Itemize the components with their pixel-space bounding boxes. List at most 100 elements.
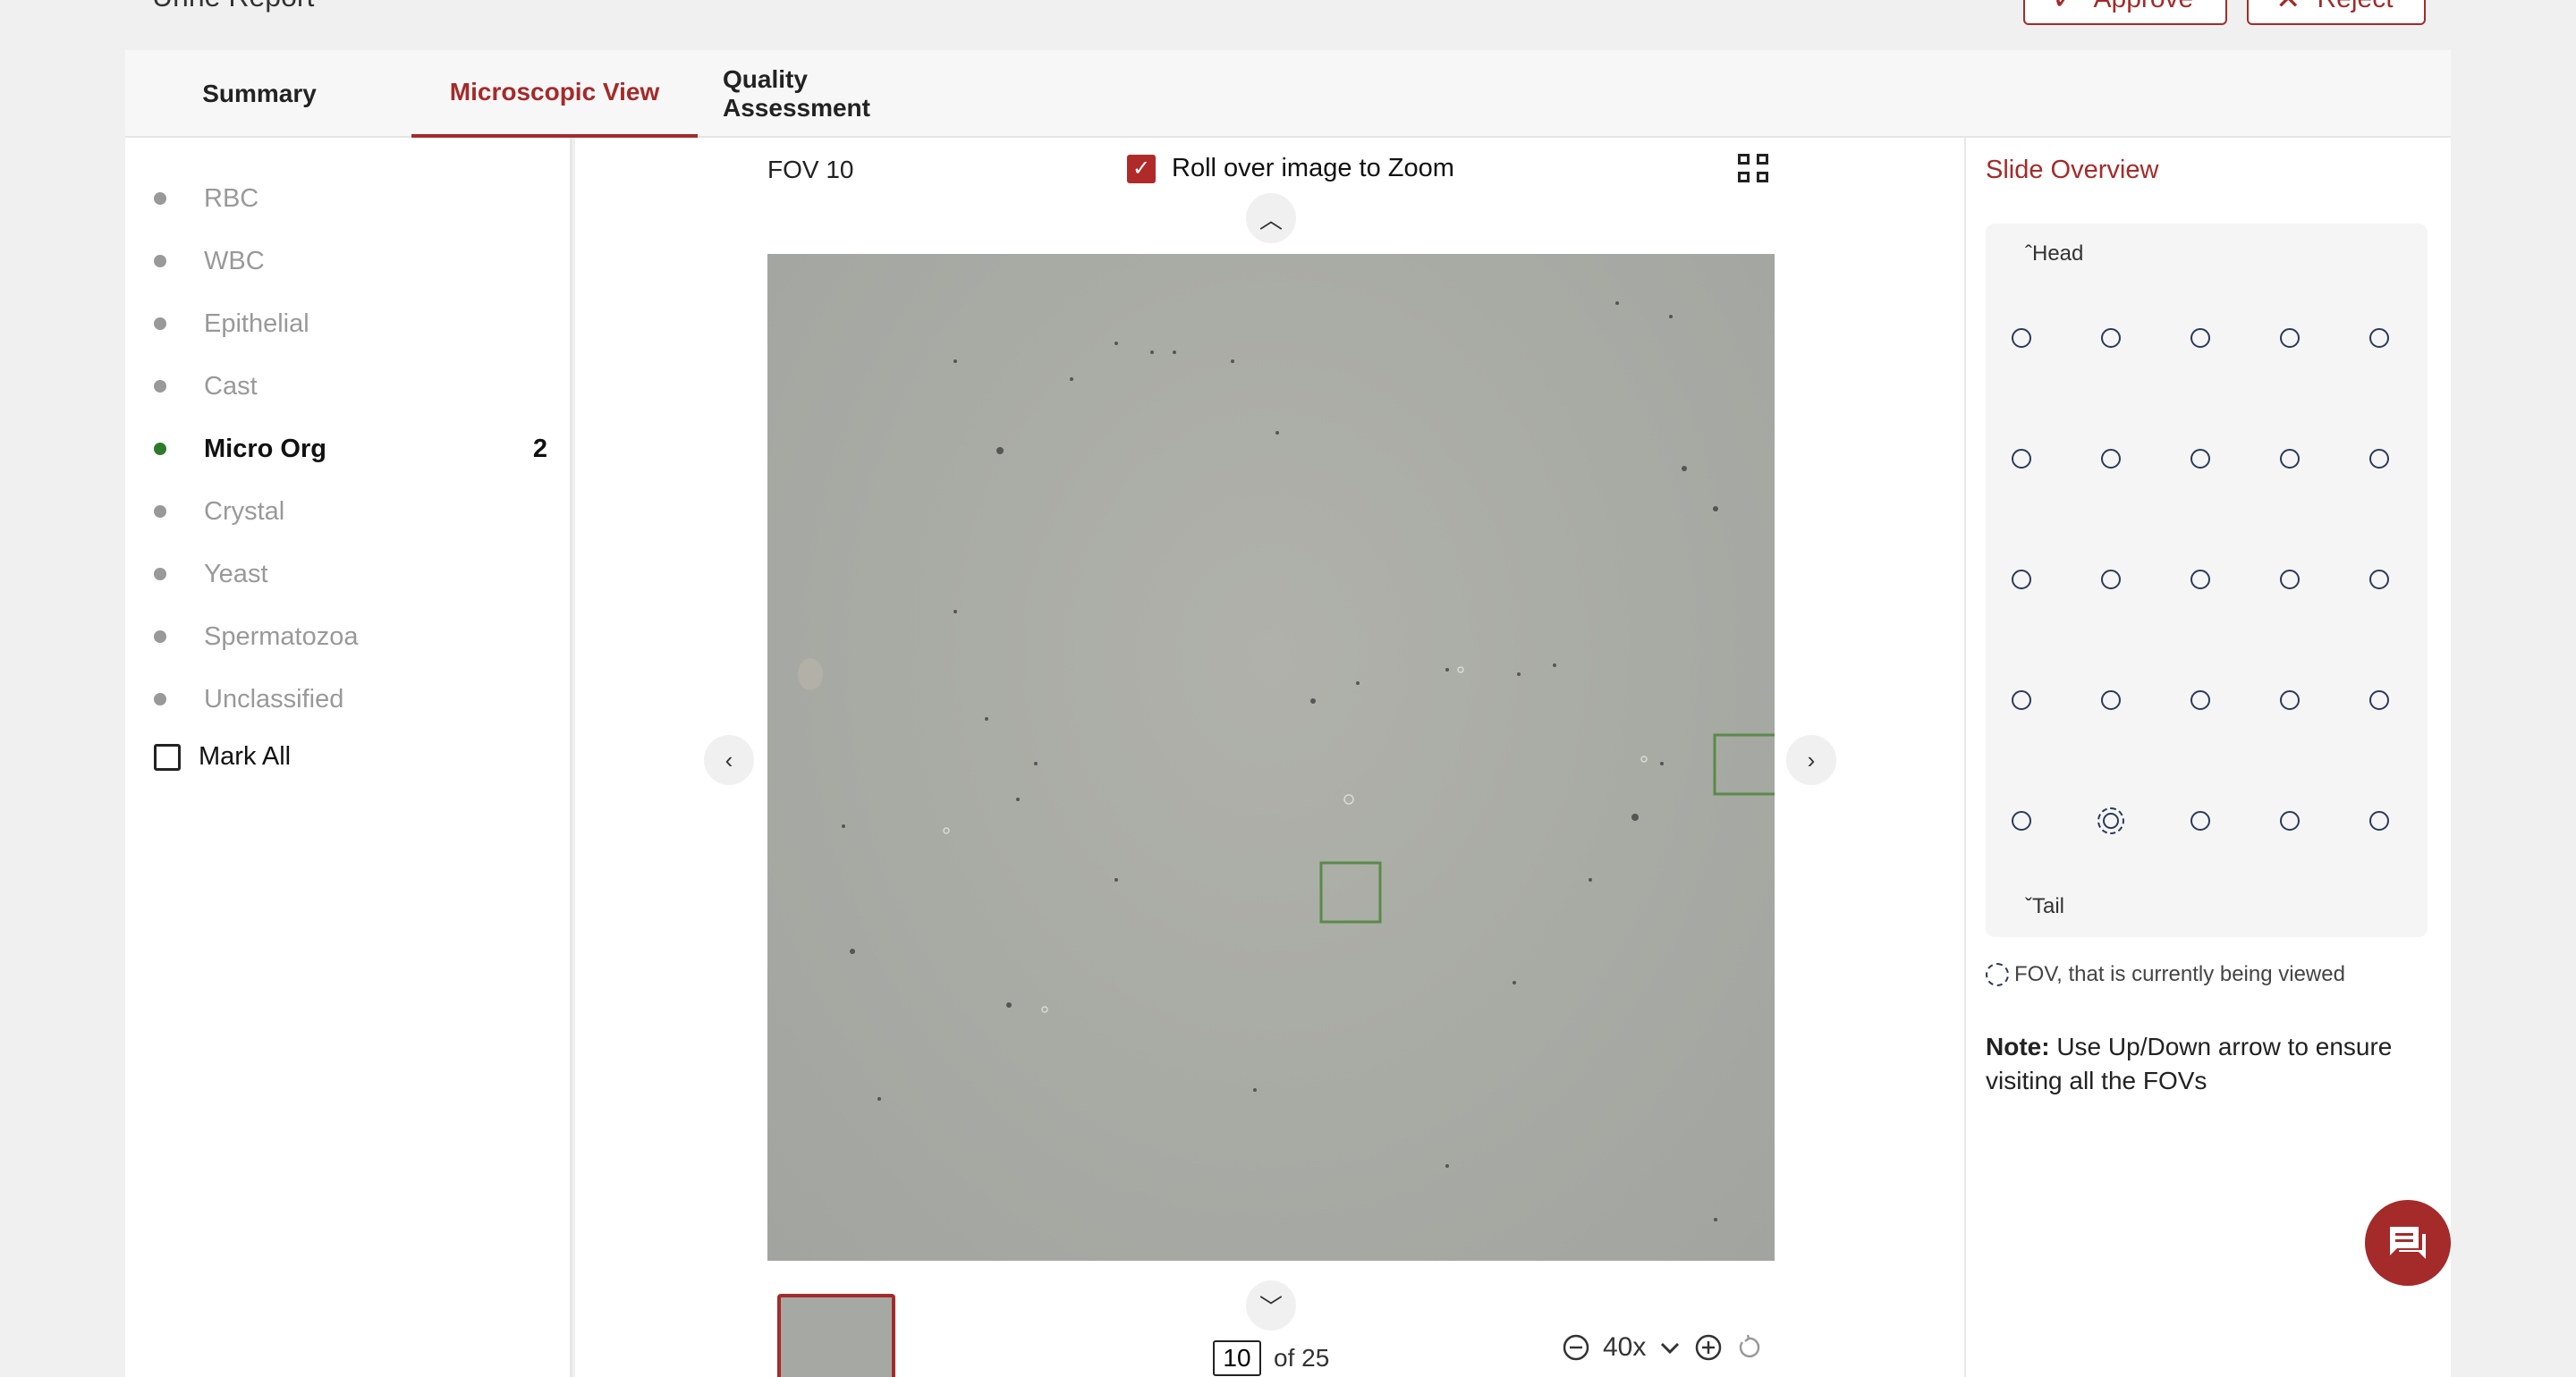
fov-dot[interactable]	[2280, 811, 2300, 831]
category-item-cast[interactable]: Cast	[154, 368, 547, 404]
next-fov-down-button[interactable]: ﹀	[1246, 1280, 1296, 1331]
reset-zoom-icon[interactable]	[1735, 1334, 1762, 1361]
navigation-note: Note: Use Up/Down arrow to ensure visiti…	[1986, 1030, 2433, 1098]
zoom-out-icon[interactable]	[1562, 1333, 1590, 1362]
chat-icon	[2390, 1227, 2426, 1259]
category-item-crystal[interactable]: Crystal	[154, 494, 547, 529]
roll-over-zoom-checkbox[interactable]: ✓ Roll over image to Zoom	[1127, 154, 1454, 183]
previous-fov-up-button[interactable]: ︿	[1246, 193, 1296, 243]
bullet-icon	[154, 505, 166, 518]
fov-dot[interactable]	[2369, 570, 2389, 589]
fov-label: FOV 10	[767, 156, 854, 183]
fov-dot[interactable]	[2280, 690, 2300, 710]
chevron-down-icon[interactable]	[1658, 1336, 1682, 1359]
bullet-icon	[154, 443, 166, 455]
fov-dot[interactable]	[2280, 328, 2300, 348]
fov-page-total: of 25	[1274, 1344, 1330, 1372]
reject-label: Reject	[2318, 0, 2394, 14]
fov-dot-current[interactable]	[2097, 807, 2124, 834]
previous-fov-left-button[interactable]: ‹	[704, 735, 754, 785]
fov-dot[interactable]	[2190, 449, 2210, 469]
fov-dot[interactable]	[2101, 449, 2121, 469]
fov-grid: ˆHead ˇTail	[1986, 224, 2428, 937]
tab-bar: Summary Microscopic View Quality Assessm…	[125, 50, 2451, 138]
fov-dot[interactable]	[2012, 570, 2031, 589]
zoom-controls: 40x	[1562, 1332, 1762, 1363]
fov-dot[interactable]	[2012, 690, 2031, 710]
caret-up-icon: ˆ	[2025, 241, 2032, 266]
tail-label: ˇTail	[2025, 894, 2064, 919]
category-label: Micro Org	[204, 434, 326, 463]
chat-button[interactable]	[2365, 1200, 2451, 1286]
category-label: WBC	[204, 246, 265, 275]
category-label: Yeast	[204, 559, 268, 588]
approve-label: Approve	[2094, 0, 2194, 14]
bullet-icon	[154, 693, 166, 705]
microscopy-specks	[798, 301, 1775, 1221]
category-item-rbc[interactable]: RBC	[154, 181, 547, 216]
category-item-epithelial[interactable]: Epithelial	[154, 306, 547, 342]
fov-dot[interactable]	[2369, 449, 2389, 469]
fov-dot[interactable]	[2190, 328, 2210, 348]
fov-dot[interactable]	[2012, 449, 2031, 469]
category-label: Epithelial	[204, 308, 309, 338]
page-title: Urine Report	[152, 0, 314, 13]
slide-overview-panel: Slide Overview ˆHead ˇTail FOV, that is …	[1964, 138, 2451, 1377]
fov-dot[interactable]	[2190, 570, 2210, 589]
note-bold: Note:	[1986, 1033, 2050, 1060]
category-label: Unclassified	[204, 684, 344, 714]
fov-dot[interactable]	[2101, 570, 2121, 589]
fov-pager: of 25	[1213, 1340, 1329, 1376]
approve-button[interactable]: ✓ Approve	[2023, 0, 2227, 25]
check-icon: ✓	[2052, 0, 2078, 17]
legend-text: FOV, that is currently being viewed	[2014, 962, 2345, 986]
bullet-icon	[154, 380, 166, 393]
category-item-unclassified[interactable]: Unclassified	[154, 681, 547, 717]
chevron-right-icon: ›	[1807, 746, 1816, 773]
fov-page-input[interactable]	[1213, 1340, 1261, 1376]
category-item-spermatozoa[interactable]: Spermatozoa	[154, 619, 547, 655]
mark-all-label: Mark All	[199, 742, 292, 771]
zoom-in-icon[interactable]	[1694, 1333, 1723, 1362]
fov-dot[interactable]	[2369, 690, 2389, 710]
current-fov-icon	[1986, 963, 2009, 986]
magnification-value[interactable]: 40x	[1603, 1332, 1646, 1363]
zoom-toggle-label: Roll over image to Zoom	[1172, 154, 1454, 182]
fov-dot[interactable]	[2190, 690, 2210, 710]
report-header: Urine Report ✓ Approve ✕ Reject	[125, 0, 2451, 50]
close-icon: ✕	[2275, 0, 2301, 17]
fov-dot[interactable]	[2190, 811, 2210, 831]
reject-button[interactable]: ✕ Reject	[2247, 0, 2426, 25]
bullet-icon	[154, 255, 166, 267]
category-item-micro-org[interactable]: Micro Org 2	[154, 431, 547, 467]
fov-dot[interactable]	[2101, 328, 2121, 348]
bullet-icon	[154, 630, 166, 643]
category-count: 2	[532, 434, 547, 463]
fov-dot[interactable]	[2369, 811, 2389, 831]
fov-dot[interactable]	[2101, 690, 2121, 710]
next-fov-right-button[interactable]: ›	[1786, 735, 1836, 785]
bullet-icon	[154, 317, 166, 330]
category-item-yeast[interactable]: Yeast	[154, 556, 547, 592]
tab-microscopic-view[interactable]: Microscopic View	[411, 50, 698, 138]
chevron-down-icon: ﹀	[1258, 1293, 1283, 1321]
fov-thumbnail[interactable]	[777, 1294, 895, 1377]
fov-dot[interactable]	[2280, 449, 2300, 469]
checkbox-icon	[154, 743, 181, 771]
category-item-wbc[interactable]: WBC	[154, 243, 547, 279]
bullet-icon	[154, 192, 166, 205]
fov-dot[interactable]	[2280, 570, 2300, 589]
fov-legend: FOV, that is currently being viewed	[1986, 962, 2345, 987]
fov-dot[interactable]	[2012, 811, 2031, 831]
bullet-icon	[154, 568, 166, 580]
tab-summary[interactable]: Summary	[143, 50, 376, 138]
tab-quality-assessment[interactable]: Quality Assessment	[723, 50, 955, 138]
mark-all-checkbox[interactable]: Mark All	[154, 742, 291, 772]
fov-dot[interactable]	[2369, 328, 2389, 348]
fullscreen-icon[interactable]	[1738, 154, 1768, 182]
category-label: RBC	[204, 183, 259, 213]
microscopy-image[interactable]	[767, 254, 1775, 1261]
fov-dot[interactable]	[2012, 328, 2031, 348]
chevron-up-icon: ︿	[1258, 206, 1283, 233]
tail-label-text: Tail	[2032, 894, 2065, 918]
